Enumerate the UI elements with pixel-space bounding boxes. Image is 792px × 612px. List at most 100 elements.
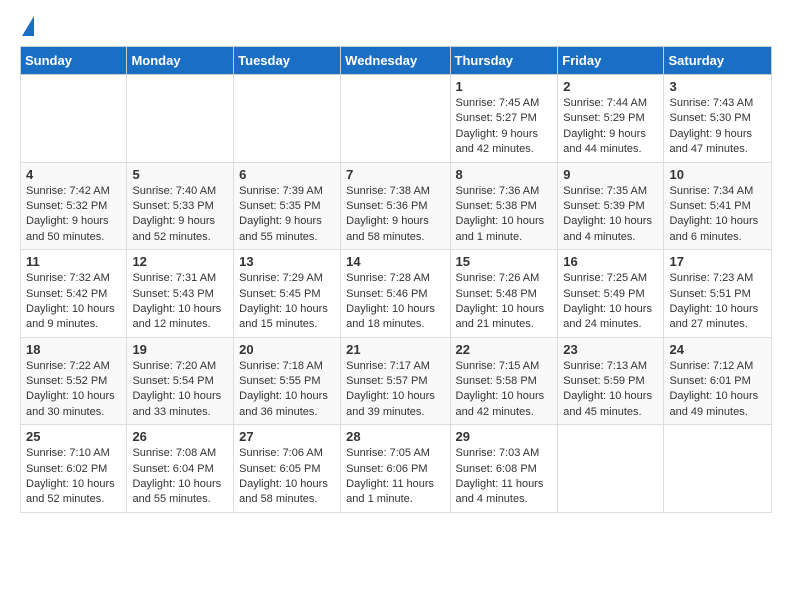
day-number: 19 <box>132 342 228 357</box>
weekday-header-sunday: Sunday <box>21 47 127 75</box>
calendar-cell: 15 Sunrise: 7:26 AMSunset: 5:48 PMDayligh… <box>450 250 558 338</box>
calendar-cell: 25 Sunrise: 7:10 AMSunset: 6:02 PMDayligh… <box>21 425 127 513</box>
week-row-2: 4Sunrise: 7:42 AMSunset: 5:32 PMDaylight… <box>21 162 772 250</box>
day-number: 28 <box>346 429 444 444</box>
day-number: 13 <box>239 254 335 269</box>
calendar-cell <box>127 75 234 163</box>
day-info: Sunrise: 7:06 AMSunset: 6:05 PMDaylight:… <box>239 446 335 508</box>
day-info: Sunrise: 7:43 AMSunset: 5:30 PMDaylight:… <box>669 96 766 158</box>
day-number: 27 <box>239 429 335 444</box>
day-number: 26 <box>132 429 228 444</box>
calendar-cell <box>558 425 664 513</box>
day-info: Sunrise: 7:26 AMSunset: 5:48 PMDaylight:… <box>456 271 553 333</box>
week-row-1: 1 Sunrise: 7:45 AMSunset: 5:27 PMDaylight… <box>21 75 772 163</box>
calendar-cell <box>341 75 450 163</box>
calendar-cell: 4Sunrise: 7:42 AMSunset: 5:32 PMDaylight… <box>21 162 127 250</box>
day-info: Sunrise: 7:44 AMSunset: 5:29 PMDaylight:… <box>563 96 658 158</box>
day-info: Sunrise: 7:25 AMSunset: 5:49 PMDaylight:… <box>563 271 658 333</box>
logo <box>20 16 34 36</box>
day-info: Sunrise: 7:39 AMSunset: 5:35 PMDaylight:… <box>239 184 335 246</box>
calendar-cell: 22 Sunrise: 7:15 AMSunset: 5:58 PMDayligh… <box>450 337 558 425</box>
day-number: 29 <box>456 429 553 444</box>
day-info: Sunrise: 7:34 AMSunset: 5:41 PMDaylight:… <box>669 184 766 246</box>
day-info: Sunrise: 7:13 AMSunset: 5:59 PMDaylight:… <box>563 359 658 421</box>
calendar-cell: 24Sunrise: 7:12 AMSunset: 6:01 PMDayligh… <box>664 337 772 425</box>
calendar-cell: 1 Sunrise: 7:45 AMSunset: 5:27 PMDaylight… <box>450 75 558 163</box>
calendar-cell: 23 Sunrise: 7:13 AMSunset: 5:59 PMDayligh… <box>558 337 664 425</box>
day-info: Sunrise: 7:40 AMSunset: 5:33 PMDaylight:… <box>132 184 228 246</box>
day-number: 9 <box>563 167 658 182</box>
day-info: Sunrise: 7:22 AMSunset: 5:52 PMDaylight:… <box>26 359 121 421</box>
calendar-cell: 14Sunrise: 7:28 AMSunset: 5:46 PMDayligh… <box>341 250 450 338</box>
calendar-cell: 29 Sunrise: 7:03 AMSunset: 6:08 PMDayligh… <box>450 425 558 513</box>
weekday-header-row: SundayMondayTuesdayWednesdayThursdayFrid… <box>21 47 772 75</box>
day-info: Sunrise: 7:35 AMSunset: 5:39 PMDaylight:… <box>563 184 658 246</box>
weekday-header-thursday: Thursday <box>450 47 558 75</box>
day-info: Sunrise: 7:31 AMSunset: 5:43 PMDaylight:… <box>132 271 228 333</box>
calendar-cell: 12Sunrise: 7:31 AMSunset: 5:43 PMDayligh… <box>127 250 234 338</box>
day-number: 10 <box>669 167 766 182</box>
week-row-4: 18 Sunrise: 7:22 AMSunset: 5:52 PMDayligh… <box>21 337 772 425</box>
day-info: Sunrise: 7:36 AMSunset: 5:38 PMDaylight:… <box>456 184 553 246</box>
day-number: 17 <box>669 254 766 269</box>
day-info: Sunrise: 7:28 AMSunset: 5:46 PMDaylight:… <box>346 271 444 333</box>
calendar-cell <box>21 75 127 163</box>
calendar-cell: 10 Sunrise: 7:34 AMSunset: 5:41 PMDayligh… <box>664 162 772 250</box>
week-row-5: 25 Sunrise: 7:10 AMSunset: 6:02 PMDayligh… <box>21 425 772 513</box>
weekday-header-tuesday: Tuesday <box>234 47 341 75</box>
day-number: 8 <box>456 167 553 182</box>
day-number: 1 <box>456 79 553 94</box>
day-number: 11 <box>26 254 121 269</box>
calendar-cell <box>664 425 772 513</box>
calendar-cell: 9 Sunrise: 7:35 AMSunset: 5:39 PMDaylight… <box>558 162 664 250</box>
day-number: 22 <box>456 342 553 357</box>
day-info: Sunrise: 7:18 AMSunset: 5:55 PMDaylight:… <box>239 359 335 421</box>
day-info: Sunrise: 7:05 AMSunset: 6:06 PMDaylight:… <box>346 446 444 508</box>
calendar-cell: 18 Sunrise: 7:22 AMSunset: 5:52 PMDayligh… <box>21 337 127 425</box>
day-number: 23 <box>563 342 658 357</box>
day-info: Sunrise: 7:15 AMSunset: 5:58 PMDaylight:… <box>456 359 553 421</box>
day-number: 5 <box>132 167 228 182</box>
day-number: 24 <box>669 342 766 357</box>
day-info: Sunrise: 7:23 AMSunset: 5:51 PMDaylight:… <box>669 271 766 333</box>
calendar-cell: 8 Sunrise: 7:36 AMSunset: 5:38 PMDaylight… <box>450 162 558 250</box>
calendar-cell: 20 Sunrise: 7:18 AMSunset: 5:55 PMDayligh… <box>234 337 341 425</box>
calendar-cell: 27 Sunrise: 7:06 AMSunset: 6:05 PMDayligh… <box>234 425 341 513</box>
day-number: 15 <box>456 254 553 269</box>
day-number: 7 <box>346 167 444 182</box>
header <box>20 16 772 36</box>
calendar-cell: 21Sunrise: 7:17 AMSunset: 5:57 PMDayligh… <box>341 337 450 425</box>
calendar-cell: 2 Sunrise: 7:44 AMSunset: 5:29 PMDaylight… <box>558 75 664 163</box>
day-number: 25 <box>26 429 121 444</box>
weekday-header-saturday: Saturday <box>664 47 772 75</box>
day-info: Sunrise: 7:45 AMSunset: 5:27 PMDaylight:… <box>456 96 553 158</box>
day-number: 6 <box>239 167 335 182</box>
day-info: Sunrise: 7:03 AMSunset: 6:08 PMDaylight:… <box>456 446 553 508</box>
calendar-cell: 28 Sunrise: 7:05 AMSunset: 6:06 PMDayligh… <box>341 425 450 513</box>
calendar-cell: 26 Sunrise: 7:08 AMSunset: 6:04 PMDayligh… <box>127 425 234 513</box>
calendar-cell: 5 Sunrise: 7:40 AMSunset: 5:33 PMDaylight… <box>127 162 234 250</box>
day-number: 18 <box>26 342 121 357</box>
calendar-cell: 7 Sunrise: 7:38 AMSunset: 5:36 PMDaylight… <box>341 162 450 250</box>
week-row-3: 11Sunrise: 7:32 AMSunset: 5:42 PMDayligh… <box>21 250 772 338</box>
day-info: Sunrise: 7:10 AMSunset: 6:02 PMDaylight:… <box>26 446 121 508</box>
calendar-cell: 3 Sunrise: 7:43 AMSunset: 5:30 PMDaylight… <box>664 75 772 163</box>
day-number: 2 <box>563 79 658 94</box>
calendar-cell: 17 Sunrise: 7:23 AMSunset: 5:51 PMDayligh… <box>664 250 772 338</box>
day-info: Sunrise: 7:08 AMSunset: 6:04 PMDaylight:… <box>132 446 228 508</box>
calendar-cell: 13Sunrise: 7:29 AMSunset: 5:45 PMDayligh… <box>234 250 341 338</box>
logo-icon <box>22 16 34 36</box>
day-number: 3 <box>669 79 766 94</box>
calendar-cell: 11Sunrise: 7:32 AMSunset: 5:42 PMDayligh… <box>21 250 127 338</box>
day-info: Sunrise: 7:42 AMSunset: 5:32 PMDaylight:… <box>26 184 121 246</box>
weekday-header-wednesday: Wednesday <box>341 47 450 75</box>
calendar: SundayMondayTuesdayWednesdayThursdayFrid… <box>20 46 772 513</box>
day-number: 20 <box>239 342 335 357</box>
calendar-cell: 6 Sunrise: 7:39 AMSunset: 5:35 PMDaylight… <box>234 162 341 250</box>
day-info: Sunrise: 7:38 AMSunset: 5:36 PMDaylight:… <box>346 184 444 246</box>
day-number: 21 <box>346 342 444 357</box>
calendar-body: 1 Sunrise: 7:45 AMSunset: 5:27 PMDaylight… <box>21 75 772 513</box>
day-info: Sunrise: 7:20 AMSunset: 5:54 PMDaylight:… <box>132 359 228 421</box>
calendar-cell: 16Sunrise: 7:25 AMSunset: 5:49 PMDayligh… <box>558 250 664 338</box>
weekday-header-monday: Monday <box>127 47 234 75</box>
